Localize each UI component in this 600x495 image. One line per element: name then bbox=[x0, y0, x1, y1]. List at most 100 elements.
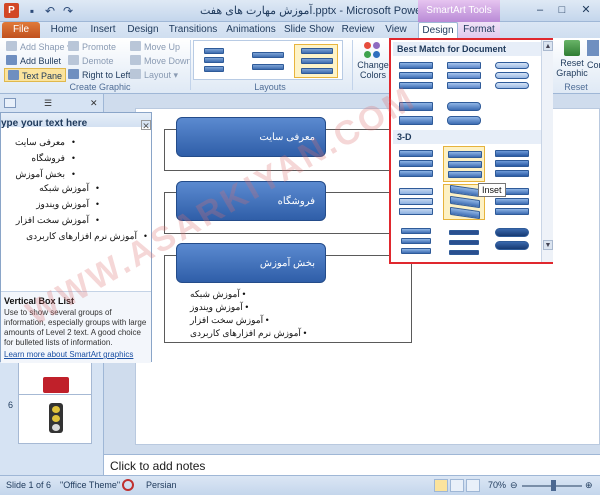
layout-thumb[interactable] bbox=[246, 44, 290, 78]
style-option-selected[interactable] bbox=[443, 146, 485, 182]
smartart-bullet[interactable]: • آموزش ویندوز bbox=[190, 302, 248, 313]
tab-insert[interactable]: Insert bbox=[86, 22, 120, 38]
ribbon-tabs: File Home Insert Design Transitions Anim… bbox=[0, 22, 600, 38]
move-up-icon bbox=[130, 41, 141, 51]
promote-arrow-icon bbox=[68, 41, 79, 51]
gallery-section-header: 3-D bbox=[393, 130, 543, 144]
title-bar: P ▪ ↶ ↷ آموزش مهارت های هفت.pptx - Micro… bbox=[0, 0, 600, 22]
zoom-in-icon[interactable]: ⊕ bbox=[585, 480, 593, 491]
text-pane-bullet[interactable]: بخش آموزش bbox=[15, 169, 74, 180]
tab-file[interactable]: File bbox=[2, 22, 40, 38]
text-pane-sub-bullet[interactable]: آموزش ویندوز bbox=[36, 199, 99, 210]
text-pane-bullet[interactable]: معرفی سایت bbox=[15, 137, 75, 148]
text-pane-button[interactable]: Text Pane bbox=[4, 68, 67, 82]
add-shape-button[interactable]: Add Shape ▾ bbox=[6, 40, 72, 54]
text-pane-sub-bullet[interactable]: آموزش نرم افزارهای کاربردی bbox=[26, 231, 147, 242]
learn-more-link[interactable]: Learn more about SmartArt graphics bbox=[4, 350, 148, 359]
add-bullet-button[interactable]: Add Bullet bbox=[6, 54, 61, 68]
scroll-down-icon[interactable]: ▼ bbox=[543, 240, 553, 250]
reset-graphic-label: Reset Graphic bbox=[556, 58, 588, 78]
move-up-button[interactable]: Move Up bbox=[130, 40, 180, 54]
change-colors-button[interactable]: Change Colors bbox=[357, 40, 389, 80]
change-colors-label: Change Colors bbox=[357, 60, 389, 80]
text-pane-bullet[interactable]: فروشگاه bbox=[31, 153, 74, 164]
layout-description-text: Use to show several groups of informatio… bbox=[4, 308, 147, 347]
layout-thumb[interactable] bbox=[198, 44, 242, 78]
tab-view[interactable]: View bbox=[380, 22, 412, 38]
notes-pane[interactable]: Click to add notes bbox=[104, 454, 600, 475]
smartart-styles-gallery: Best Match for Document 3-D ▲ ▼ bbox=[389, 38, 553, 264]
style-option[interactable] bbox=[443, 222, 485, 258]
zoom-level[interactable]: 70% bbox=[488, 480, 506, 490]
tab-design-main[interactable]: Design bbox=[124, 22, 162, 38]
style-option[interactable] bbox=[395, 184, 437, 220]
slide-thumbnail[interactable] bbox=[18, 394, 92, 444]
smartart-shape[interactable]: بخش آموزش bbox=[176, 243, 326, 283]
ribbon-separator bbox=[352, 40, 353, 90]
create-graphic-group-label: Create Graphic bbox=[69, 82, 131, 92]
text-pane-title: ype your text here bbox=[1, 118, 88, 129]
text-pane-icon bbox=[8, 70, 19, 80]
ribbon-separator bbox=[190, 40, 191, 90]
scroll-up-icon[interactable]: ▲ bbox=[543, 41, 553, 51]
tab-home[interactable]: Home bbox=[48, 22, 80, 38]
add-shape-icon bbox=[6, 41, 17, 51]
smartart-tools-label: SmartArt Tools bbox=[418, 0, 500, 22]
layouts-group-label: Layouts bbox=[254, 82, 286, 92]
move-down-button[interactable]: Move Down bbox=[130, 54, 192, 68]
slides-tab-icon[interactable] bbox=[4, 98, 16, 108]
style-option[interactable] bbox=[491, 222, 533, 258]
promote-button[interactable]: Promote bbox=[68, 40, 116, 54]
add-bullet-icon bbox=[6, 55, 17, 65]
smartart-bullet[interactable]: • آموزش شبکه bbox=[190, 289, 246, 300]
smartart-bullet[interactable]: • آموزش نرم افزارهای کاربردی bbox=[190, 328, 307, 339]
style-option[interactable] bbox=[395, 222, 437, 258]
close-icon[interactable]: ✕ bbox=[576, 2, 596, 18]
style-option[interactable] bbox=[443, 58, 485, 94]
move-down-icon bbox=[130, 55, 141, 65]
tab-animations[interactable]: Animations bbox=[224, 22, 278, 38]
right-to-left-icon bbox=[68, 69, 79, 79]
layout-icon bbox=[130, 69, 141, 79]
outline-tab-icon[interactable]: ☰ bbox=[44, 98, 56, 108]
demote-button[interactable]: Demote bbox=[68, 54, 114, 68]
normal-view-icon[interactable] bbox=[434, 479, 448, 492]
redo-icon[interactable]: ↷ bbox=[60, 3, 76, 19]
right-to-left-button[interactable]: Right to Left bbox=[68, 68, 131, 82]
slide-sorter-icon[interactable] bbox=[450, 479, 464, 492]
gallery-scrollbar[interactable]: ▲ ▼ bbox=[541, 40, 553, 262]
undo-icon[interactable]: ↶ bbox=[42, 3, 58, 19]
tab-review[interactable]: Review bbox=[340, 22, 376, 38]
minimize-icon[interactable]: – bbox=[530, 2, 550, 18]
zoom-slider-thumb[interactable] bbox=[551, 480, 556, 491]
status-bar: Slide 1 of 6 "Office Theme" Persian 70% … bbox=[0, 475, 600, 495]
reading-view-icon[interactable] bbox=[466, 479, 480, 492]
tab-slide-show[interactable]: Slide Show bbox=[282, 22, 336, 38]
text-pane-sub-bullet[interactable]: آموزش سخت افزار bbox=[16, 215, 99, 226]
reset-graphic-icon bbox=[564, 40, 580, 56]
tab-smartart-design[interactable]: Design bbox=[418, 22, 458, 38]
style-option[interactable] bbox=[395, 146, 437, 182]
zoom-out-icon[interactable]: ⊖ bbox=[510, 480, 518, 491]
convert-icon bbox=[587, 40, 599, 56]
spelling-check-icon[interactable] bbox=[122, 479, 134, 491]
layout-button[interactable]: Layout ▾ bbox=[130, 68, 178, 82]
close-icon[interactable]: ✕ bbox=[141, 120, 151, 131]
layout-thumb-selected[interactable] bbox=[294, 44, 338, 78]
tab-format[interactable]: Format bbox=[458, 22, 500, 38]
save-icon[interactable]: ▪ bbox=[24, 3, 40, 19]
smartart-bullet[interactable]: • آموزش سخت افزار bbox=[190, 315, 269, 326]
notes-placeholder: Click to add notes bbox=[110, 459, 206, 473]
style-option[interactable] bbox=[491, 58, 533, 94]
convert-button-partial[interactable]: Cor bbox=[587, 40, 600, 80]
reset-graphic-button[interactable]: Reset Graphic bbox=[556, 40, 588, 80]
tab-transitions[interactable]: Transitions bbox=[166, 22, 220, 38]
theme-name[interactable]: "Office Theme" bbox=[60, 480, 120, 490]
close-panel-icon[interactable]: ✕ bbox=[90, 98, 100, 108]
style-option[interactable] bbox=[491, 146, 533, 182]
style-option[interactable] bbox=[443, 96, 485, 132]
text-pane-sub-bullet[interactable]: آموزش شبکه bbox=[39, 183, 99, 194]
powerpoint-logo-icon: P bbox=[4, 3, 19, 18]
language[interactable]: Persian bbox=[146, 480, 177, 490]
maximize-icon[interactable]: □ bbox=[552, 2, 572, 18]
